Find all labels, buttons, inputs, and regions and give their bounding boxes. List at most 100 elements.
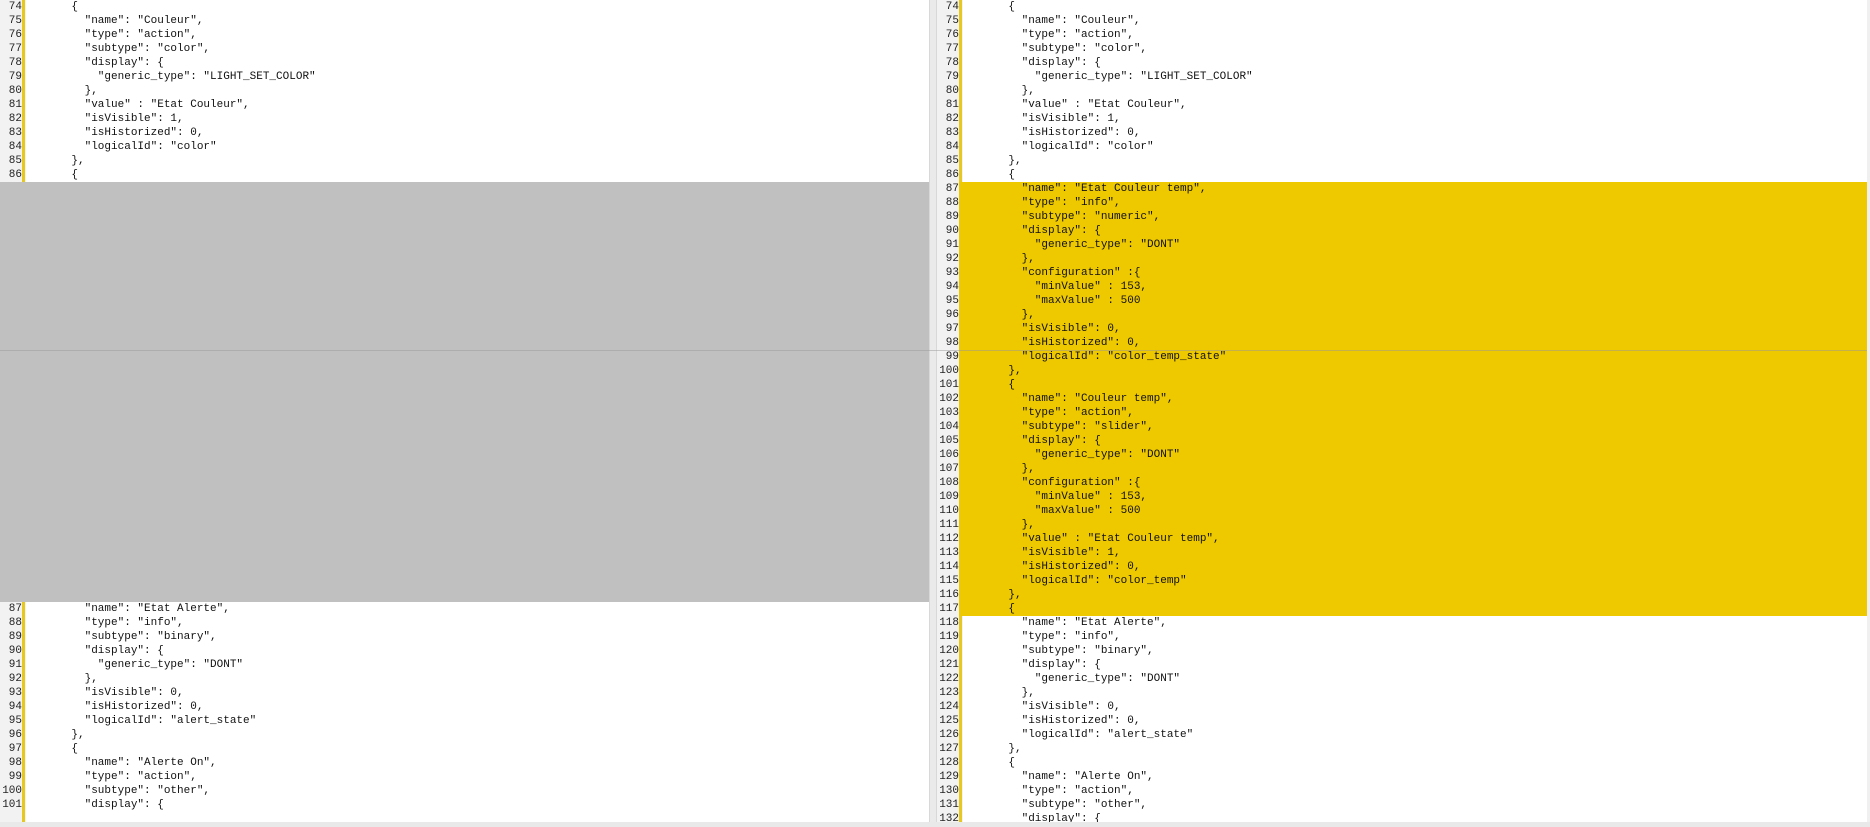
code-line[interactable]: 81 "value" : "Etat Couleur", bbox=[937, 98, 1867, 112]
code-line[interactable]: 99 "type": "action", bbox=[0, 770, 929, 784]
code-line[interactable]: 131 "subtype": "other", bbox=[937, 798, 1867, 812]
code-line[interactable]: 83 "isHistorized": 0, bbox=[937, 126, 1867, 140]
code-line[interactable]: 128 { bbox=[937, 756, 1867, 770]
diff-placeholder-line[interactable] bbox=[0, 546, 929, 560]
code-line[interactable]: 92 }, bbox=[0, 672, 929, 686]
diff-placeholder-line[interactable] bbox=[0, 350, 929, 364]
diff-placeholder-line[interactable] bbox=[0, 238, 929, 252]
code-line[interactable]: 118 "name": "Etat Alerte", bbox=[937, 616, 1867, 630]
code-line[interactable]: 84 "logicalId": "color" bbox=[937, 140, 1867, 154]
diff-placeholder-line[interactable] bbox=[0, 392, 929, 406]
diff-placeholder-line[interactable] bbox=[0, 196, 929, 210]
diff-placeholder-line[interactable] bbox=[0, 182, 929, 196]
code-line[interactable]: 83 "isHistorized": 0, bbox=[0, 126, 929, 140]
code-line[interactable]: 78 "display": { bbox=[937, 56, 1867, 70]
diff-placeholder-line[interactable] bbox=[0, 266, 929, 280]
diff-placeholder-line[interactable] bbox=[0, 210, 929, 224]
diff-placeholder-line[interactable] bbox=[0, 448, 929, 462]
added-code-line[interactable]: 106 "generic_type": "DONT" bbox=[937, 448, 1867, 462]
code-line[interactable]: 120 "subtype": "binary", bbox=[937, 644, 1867, 658]
code-line[interactable]: 79 "generic_type": "LIGHT_SET_COLOR" bbox=[0, 70, 929, 84]
code-line[interactable]: 79 "generic_type": "LIGHT_SET_COLOR" bbox=[937, 70, 1867, 84]
code-line[interactable]: 80 }, bbox=[0, 84, 929, 98]
added-code-line[interactable]: 116 }, bbox=[937, 588, 1867, 602]
added-code-line[interactable]: 101 { bbox=[937, 378, 1867, 392]
code-line[interactable]: 101 "display": { bbox=[0, 798, 929, 812]
diff-placeholder-line[interactable] bbox=[0, 308, 929, 322]
code-line[interactable]: 75 "name": "Couleur", bbox=[937, 14, 1867, 28]
diff-placeholder-line[interactable] bbox=[0, 588, 929, 602]
code-line[interactable]: 85 }, bbox=[0, 154, 929, 168]
code-line[interactable]: 125 "isHistorized": 0, bbox=[937, 714, 1867, 728]
code-line[interactable]: 87 "name": "Etat Alerte", bbox=[0, 602, 929, 616]
code-line[interactable]: 127 }, bbox=[937, 742, 1867, 756]
code-line[interactable]: 86 { bbox=[937, 168, 1867, 182]
added-code-line[interactable]: 97 "isVisible": 0, bbox=[937, 322, 1867, 336]
code-line[interactable]: 86 { bbox=[0, 168, 929, 182]
code-line[interactable]: 124 "isVisible": 0, bbox=[937, 700, 1867, 714]
diff-placeholder-line[interactable] bbox=[0, 518, 929, 532]
added-code-line[interactable]: 102 "name": "Couleur temp", bbox=[937, 392, 1867, 406]
horizontal-scrollbar[interactable] bbox=[0, 822, 1870, 827]
diff-placeholder-line[interactable] bbox=[0, 224, 929, 238]
added-code-line[interactable]: 117 { bbox=[937, 602, 1867, 616]
code-line[interactable]: 76 "type": "action", bbox=[937, 28, 1867, 42]
code-line[interactable]: 84 "logicalId": "color" bbox=[0, 140, 929, 154]
right-diff-pane[interactable]: 74 {75 "name": "Couleur", 76 "type": "act… bbox=[937, 0, 1867, 822]
code-line[interactable]: 77 "subtype": "color", bbox=[0, 42, 929, 56]
added-code-line[interactable]: 91 "generic_type": "DONT" bbox=[937, 238, 1867, 252]
diff-placeholder-line[interactable] bbox=[0, 322, 929, 336]
code-line[interactable]: 130 "type": "action", bbox=[937, 784, 1867, 798]
diff-placeholder-line[interactable] bbox=[0, 504, 929, 518]
diff-placeholder-line[interactable] bbox=[0, 280, 929, 294]
added-code-line[interactable]: 113 "isVisible": 1, bbox=[937, 546, 1867, 560]
added-code-line[interactable]: 88 "type": "info", bbox=[937, 196, 1867, 210]
code-line[interactable]: 90 "display": { bbox=[0, 644, 929, 658]
added-code-line[interactable]: 109 "minValue" : 153, bbox=[937, 490, 1867, 504]
added-code-line[interactable]: 96 }, bbox=[937, 308, 1867, 322]
code-line[interactable]: 82 "isVisible": 1, bbox=[0, 112, 929, 126]
code-line[interactable]: 85 }, bbox=[937, 154, 1867, 168]
code-line[interactable]: 74 { bbox=[0, 0, 929, 14]
added-code-line[interactable]: 100 }, bbox=[937, 364, 1867, 378]
diff-placeholder-line[interactable] bbox=[0, 294, 929, 308]
added-code-line[interactable]: 114 "isHistorized": 0, bbox=[937, 560, 1867, 574]
added-code-line[interactable]: 98 "isHistorized": 0, bbox=[937, 336, 1867, 350]
code-line[interactable]: 89 "subtype": "binary", bbox=[0, 630, 929, 644]
added-code-line[interactable]: 107 }, bbox=[937, 462, 1867, 476]
added-code-line[interactable]: 105 "display": { bbox=[937, 434, 1867, 448]
code-line[interactable]: 82 "isVisible": 1, bbox=[937, 112, 1867, 126]
diff-placeholder-line[interactable] bbox=[0, 406, 929, 420]
code-line[interactable]: 132 "display": { bbox=[937, 812, 1867, 822]
added-code-line[interactable]: 89 "subtype": "numeric", bbox=[937, 210, 1867, 224]
code-line[interactable]: 75 "name": "Couleur", bbox=[0, 14, 929, 28]
added-code-line[interactable]: 108 "configuration" :{ bbox=[937, 476, 1867, 490]
added-code-line[interactable]: 95 "maxValue" : 500 bbox=[937, 294, 1867, 308]
diff-placeholder-line[interactable] bbox=[0, 462, 929, 476]
left-diff-pane[interactable]: 74 {75 "name": "Couleur", 76 "type": "act… bbox=[0, 0, 929, 822]
diff-placeholder-line[interactable] bbox=[0, 560, 929, 574]
code-line[interactable]: 121 "display": { bbox=[937, 658, 1867, 672]
diff-placeholder-line[interactable] bbox=[0, 420, 929, 434]
added-code-line[interactable]: 87 "name": "Etat Couleur temp", bbox=[937, 182, 1867, 196]
code-line[interactable]: 119 "type": "info", bbox=[937, 630, 1867, 644]
code-line[interactable]: 78 "display": { bbox=[0, 56, 929, 70]
added-code-line[interactable]: 90 "display": { bbox=[937, 224, 1867, 238]
diff-placeholder-line[interactable] bbox=[0, 574, 929, 588]
code-line[interactable]: 94 "isHistorized": 0, bbox=[0, 700, 929, 714]
code-line[interactable]: 77 "subtype": "color", bbox=[937, 42, 1867, 56]
diff-placeholder-line[interactable] bbox=[0, 364, 929, 378]
code-line[interactable]: 122 "generic_type": "DONT" bbox=[937, 672, 1867, 686]
diff-placeholder-line[interactable] bbox=[0, 336, 929, 350]
added-code-line[interactable]: 115 "logicalId": "color_temp" bbox=[937, 574, 1867, 588]
added-code-line[interactable]: 110 "maxValue" : 500 bbox=[937, 504, 1867, 518]
diff-placeholder-line[interactable] bbox=[0, 532, 929, 546]
added-code-line[interactable]: 92 }, bbox=[937, 252, 1867, 266]
diff-placeholder-line[interactable] bbox=[0, 476, 929, 490]
added-code-line[interactable]: 94 "minValue" : 153, bbox=[937, 280, 1867, 294]
code-line[interactable]: 97 { bbox=[0, 742, 929, 756]
pane-splitter[interactable] bbox=[929, 0, 937, 822]
diff-placeholder-line[interactable] bbox=[0, 378, 929, 392]
diff-placeholder-line[interactable] bbox=[0, 434, 929, 448]
diff-placeholder-line[interactable] bbox=[0, 490, 929, 504]
